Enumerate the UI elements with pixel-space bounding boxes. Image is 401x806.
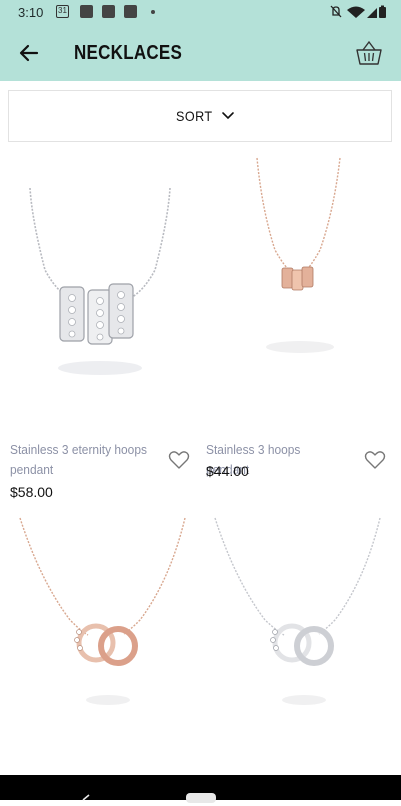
sort-label: SORT bbox=[176, 108, 213, 124]
notification-icon bbox=[124, 5, 137, 18]
product-card[interactable] bbox=[200, 510, 400, 775]
system-status-icons bbox=[330, 5, 386, 18]
wifi-icon bbox=[347, 6, 365, 18]
nav-home-button[interactable] bbox=[186, 793, 216, 803]
sort-button[interactable]: SORT bbox=[8, 90, 392, 142]
product-name-line: Stainless 3 eternity hoops bbox=[10, 442, 147, 457]
back-arrow-icon[interactable] bbox=[17, 41, 41, 65]
page-title: NECKLACES bbox=[74, 42, 183, 64]
product-image[interactable] bbox=[0, 150, 200, 440]
system-navigation-bar bbox=[0, 775, 401, 803]
status-time: 3:10 bbox=[18, 5, 44, 20]
mute-icon bbox=[330, 5, 342, 18]
product-card[interactable]: Stainless 3 eternity hoops pendant $58.0… bbox=[0, 150, 200, 510]
battery-icon bbox=[379, 5, 386, 18]
notification-icon bbox=[102, 5, 115, 18]
product-price: $44.00 bbox=[206, 463, 249, 479]
chevron-down-icon bbox=[222, 112, 234, 120]
product-card[interactable]: Stainless 3 hoops pendant $44.00 bbox=[200, 150, 400, 510]
nav-back-icon[interactable] bbox=[80, 794, 92, 806]
product-name[interactable]: Stainless 3 eternity hoops pendant bbox=[10, 440, 148, 480]
product-image[interactable] bbox=[200, 150, 400, 440]
product-name-line: pendant bbox=[10, 462, 54, 477]
product-image[interactable] bbox=[200, 510, 400, 775]
status-bar: 3:10 31 bbox=[0, 0, 401, 26]
product-image[interactable] bbox=[0, 510, 200, 775]
product-card[interactable] bbox=[0, 510, 200, 775]
app-bar: NECKLACES bbox=[0, 26, 401, 81]
product-price: $58.00 bbox=[10, 484, 53, 500]
signal-icon bbox=[367, 8, 377, 18]
heart-icon[interactable] bbox=[364, 450, 386, 470]
notification-icon bbox=[80, 5, 93, 18]
heart-icon[interactable] bbox=[168, 450, 190, 470]
more-notifications-icon bbox=[151, 10, 155, 14]
basket-icon[interactable] bbox=[355, 40, 383, 66]
calendar-icon: 31 bbox=[56, 5, 69, 18]
